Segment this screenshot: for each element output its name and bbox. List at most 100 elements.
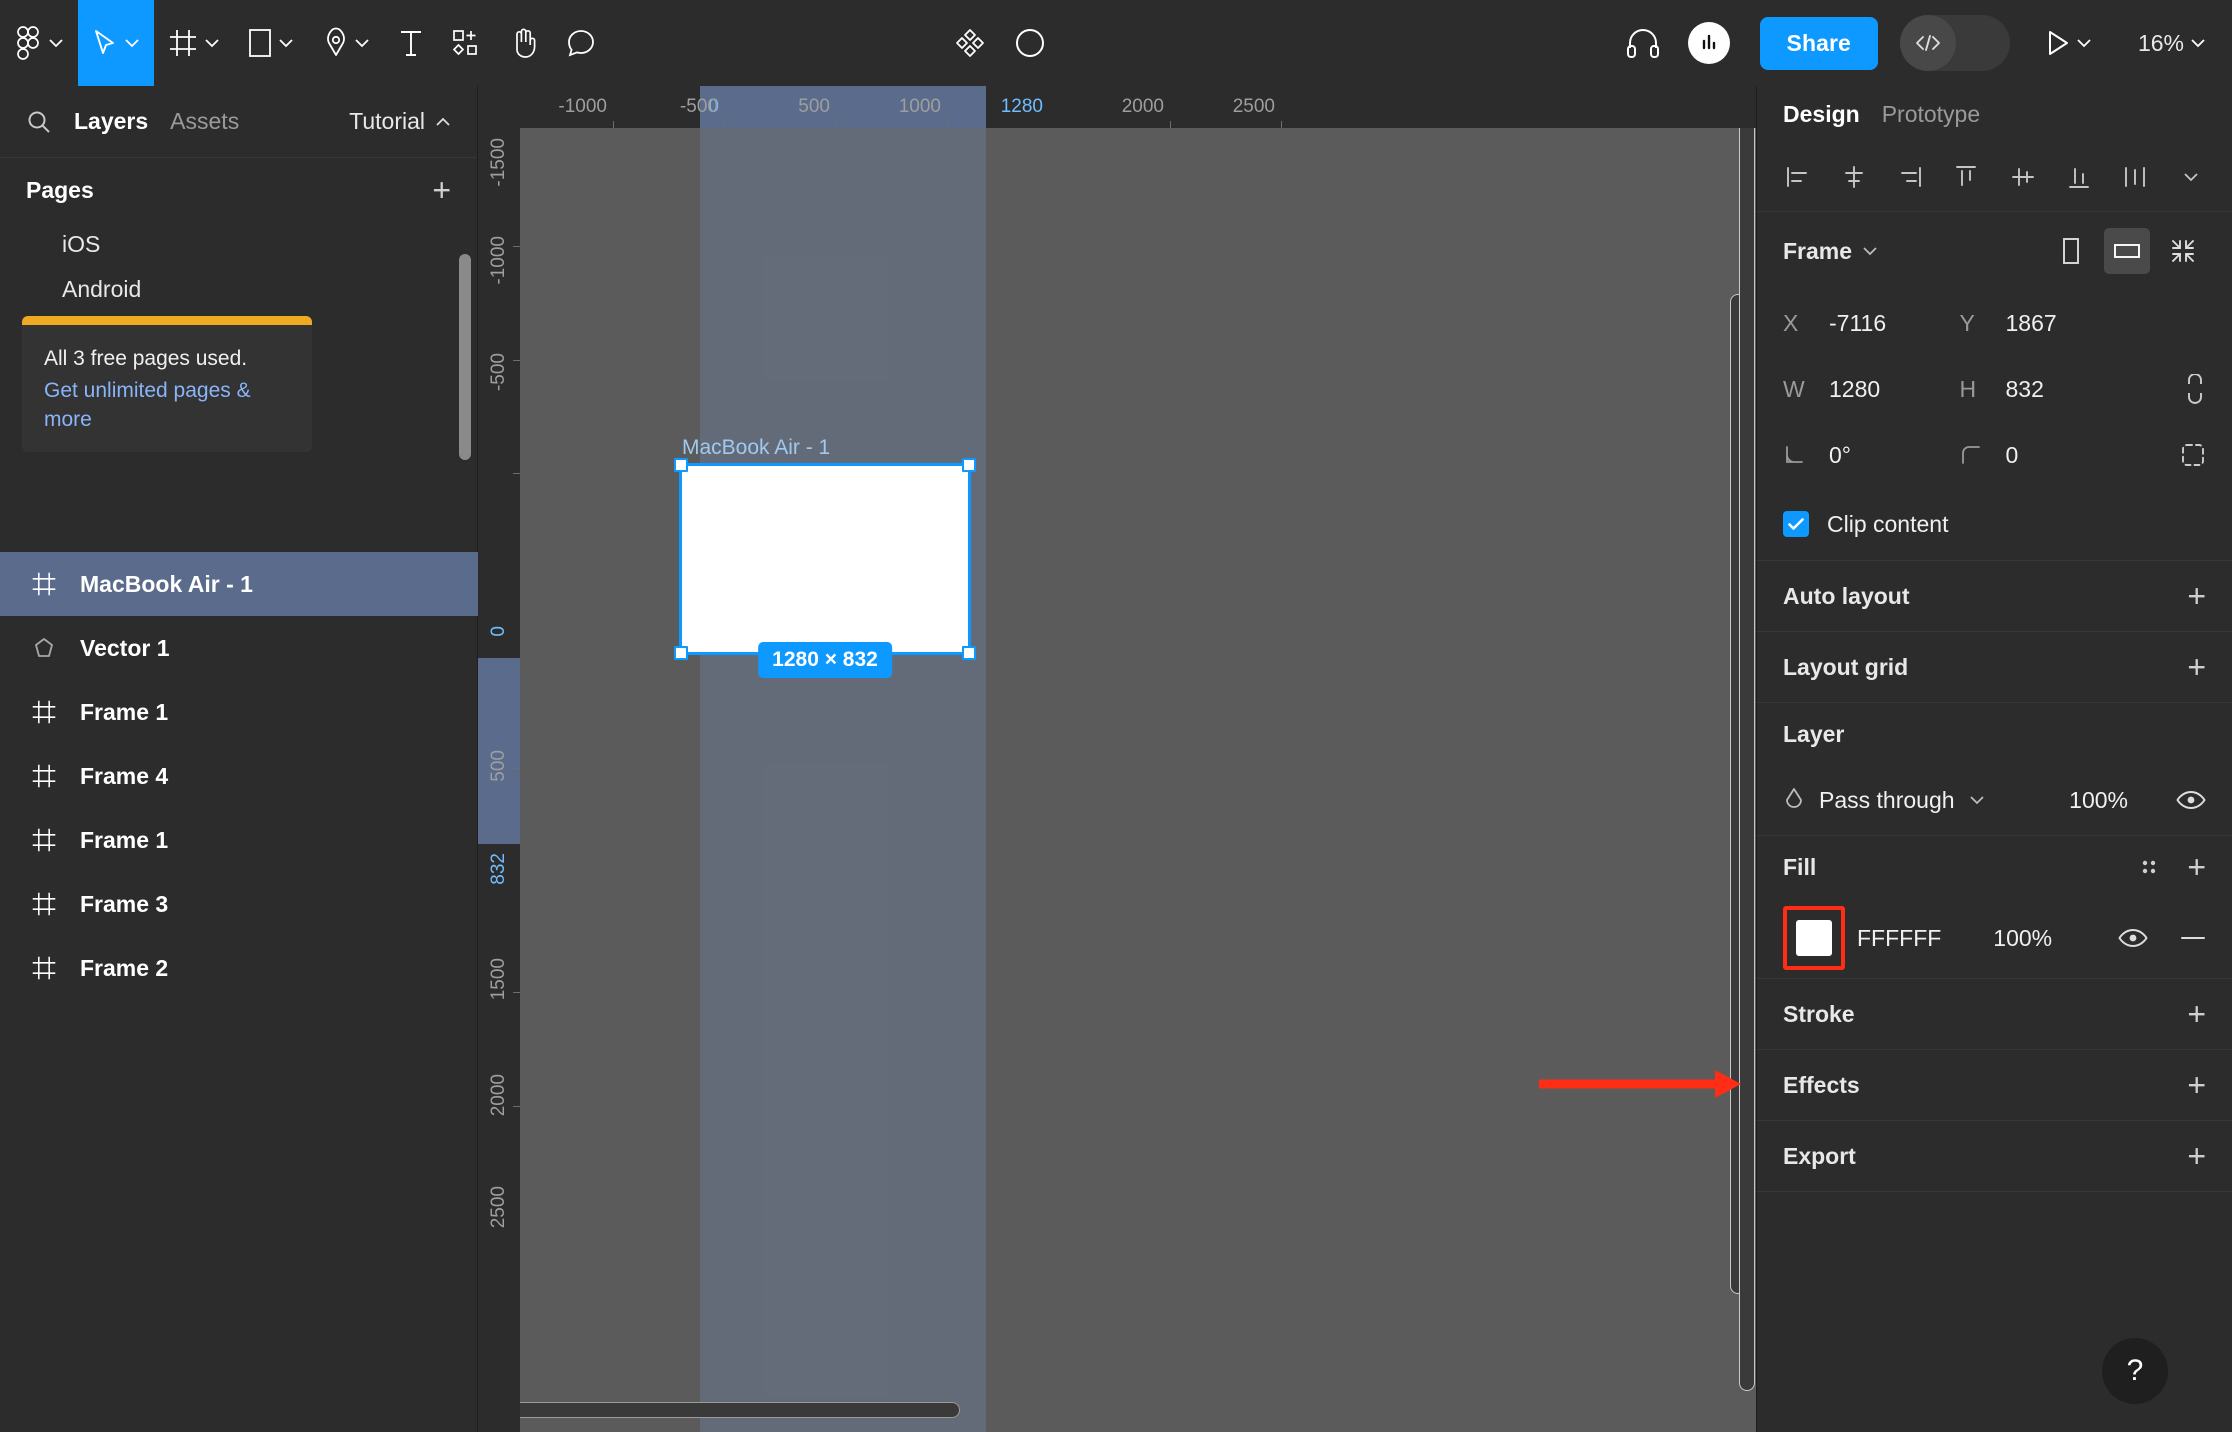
resize-handle-top-left[interactable] [674,458,688,472]
plugins-button[interactable] [940,0,1000,86]
clip-content-row[interactable]: Clip content [1783,488,2206,560]
avatar[interactable] [1674,0,1744,86]
y-field[interactable]: Y 1867 [1960,290,2137,356]
chevron-down-icon[interactable] [1969,795,1985,805]
zoom-control[interactable]: 16% [2106,0,2232,86]
w-field[interactable]: W 1280 [1783,356,1960,422]
align-top-icon[interactable] [1943,154,1989,200]
effects-section: Effects + [1757,1050,2232,1121]
page-item-ios[interactable]: iOS [0,222,477,267]
text-tool-button[interactable] [384,0,438,86]
tab-layers[interactable]: Layers [74,108,148,135]
layer-opacity-value[interactable]: 100% [2069,787,2128,814]
tab-design[interactable]: Design [1783,101,1860,128]
ruler-h-tick: 500 [798,96,830,117]
upsell-link[interactable]: Get unlimited pages & more [44,377,290,434]
file-name-menu[interactable]: Tutorial [349,108,451,135]
actions-button[interactable] [438,0,496,86]
distribute-icon[interactable] [2112,154,2158,200]
fill-opacity-value[interactable]: 100% [1993,925,2052,952]
layer-item-frame-2[interactable]: Frame 2 [0,936,478,1000]
fill-visibility-eye-icon[interactable] [2118,927,2148,949]
fill-hex-value[interactable]: FFFFFF [1857,925,1941,952]
corner-radius-field[interactable]: 0 [1960,422,2137,488]
align-left-icon[interactable] [1775,154,1821,200]
resize-handle-bottom-right[interactable] [962,646,976,660]
visibility-eye-icon[interactable] [2176,789,2206,811]
frame-icon [30,955,58,981]
align-vertical-center-icon[interactable] [2000,154,2046,200]
search-icon[interactable] [26,109,52,135]
add-page-button[interactable]: + [432,174,451,206]
align-bottom-icon[interactable] [2056,154,2102,200]
comment-button[interactable] [552,0,610,86]
layer-item-frame-1-b[interactable]: Frame 1 [0,808,478,872]
zoom-level-label: 16% [2137,29,2184,56]
frame-name-label[interactable]: MacBook Air - 1 [682,436,968,460]
layout-grid-section: Layout grid + [1757,632,2232,703]
layer-item-frame-4[interactable]: Frame 4 [0,744,478,808]
audio-call-button[interactable] [1612,0,1674,86]
fill-item-row: FFFFFF 100% [1783,898,2206,978]
vertical-ruler[interactable]: -1500 -1000 -500 0 500 832 1500 2000 250… [478,128,520,1432]
blend-mode-icon [1783,787,1805,813]
present-button[interactable] [2032,0,2106,86]
resize-to-fit-icon[interactable] [2160,228,2206,274]
free-pages-upsell-banner[interactable]: All 3 free pages used. Get unlimited pag… [22,316,312,453]
horizontal-ruler[interactable]: 0 -1000 -500 500 1000 1280 2000 2500 [478,86,1756,128]
figma-menu-button[interactable] [0,0,78,86]
fill-color-swatch-highlight [1783,906,1845,970]
share-button[interactable]: Share [1759,16,1878,70]
hand-tool-button[interactable] [496,0,552,86]
layer-item-macbook-air-1[interactable]: MacBook Air - 1 [0,552,478,616]
chevron-down-icon[interactable] [1862,246,1878,256]
align-horizontal-center-icon[interactable] [1831,154,1877,200]
right-panel-scrollbar[interactable] [1739,86,1755,1391]
frame-macbook-air-1[interactable]: MacBook Air - 1 1280 × 832 [674,436,976,678]
frame-icon [30,827,58,853]
fill-styles-icon[interactable] [2137,855,2161,879]
add-export-button[interactable]: + [2187,1140,2206,1172]
orientation-portrait-button[interactable] [2048,228,2094,274]
clip-content-checkbox[interactable] [1783,511,1809,537]
frame-tool-button[interactable] [154,0,234,86]
chevron-up-icon [435,117,451,127]
page-item-android[interactable]: Android [0,267,477,312]
remove-fill-button[interactable] [2180,934,2206,942]
add-effect-button[interactable]: + [2187,1069,2206,1101]
x-field[interactable]: X -7116 [1783,290,1960,356]
appearance-button[interactable] [1000,0,1060,86]
move-tool-button[interactable] [78,0,154,86]
canvas-area[interactable]: 0 -1000 -500 500 1000 1280 2000 2500 -15… [478,86,1756,1432]
frame-canvas-rect[interactable] [674,458,976,660]
h-field[interactable]: H 832 [1960,356,2137,422]
rotation-field[interactable]: 0° [1783,422,1960,488]
resize-handle-bottom-left[interactable] [674,646,688,660]
add-fill-button[interactable]: + [2187,851,2206,883]
add-auto-layout-button[interactable]: + [2187,580,2206,612]
lock-aspect-ratio-icon[interactable] [2136,356,2206,422]
add-stroke-button[interactable]: + [2187,998,2206,1030]
pen-tool-button[interactable] [308,0,384,86]
fill-color-swatch[interactable] [1796,920,1832,956]
align-right-icon[interactable] [1887,154,1933,200]
independent-corners-icon[interactable] [2136,422,2206,488]
layer-item-frame-1-a[interactable]: Frame 1 [0,680,478,744]
dev-mode-toggle[interactable] [1899,15,2010,71]
shape-tool-button[interactable] [234,0,308,86]
blend-mode-value[interactable]: Pass through [1819,787,1955,814]
resize-handle-top-right[interactable] [962,458,976,472]
layer-item-frame-3[interactable]: Frame 3 [0,872,478,936]
chevron-down-icon[interactable] [2168,154,2214,200]
tab-prototype[interactable]: Prototype [1882,101,1980,128]
headphones-icon [1626,27,1660,59]
pages-scrollbar[interactable] [459,254,471,460]
chevron-down-icon [2076,38,2092,48]
canvas-horizontal-scrollbar[interactable] [500,1402,960,1418]
help-button[interactable]: ? [2102,1338,2168,1404]
canvas-viewport[interactable]: MacBook Air - 1 1280 × 832 [520,128,1756,1432]
layer-item-vector-1[interactable]: Vector 1 [0,616,478,680]
orientation-landscape-button[interactable] [2104,228,2150,274]
tab-assets[interactable]: Assets [170,108,239,135]
add-layout-grid-button[interactable]: + [2187,651,2206,683]
